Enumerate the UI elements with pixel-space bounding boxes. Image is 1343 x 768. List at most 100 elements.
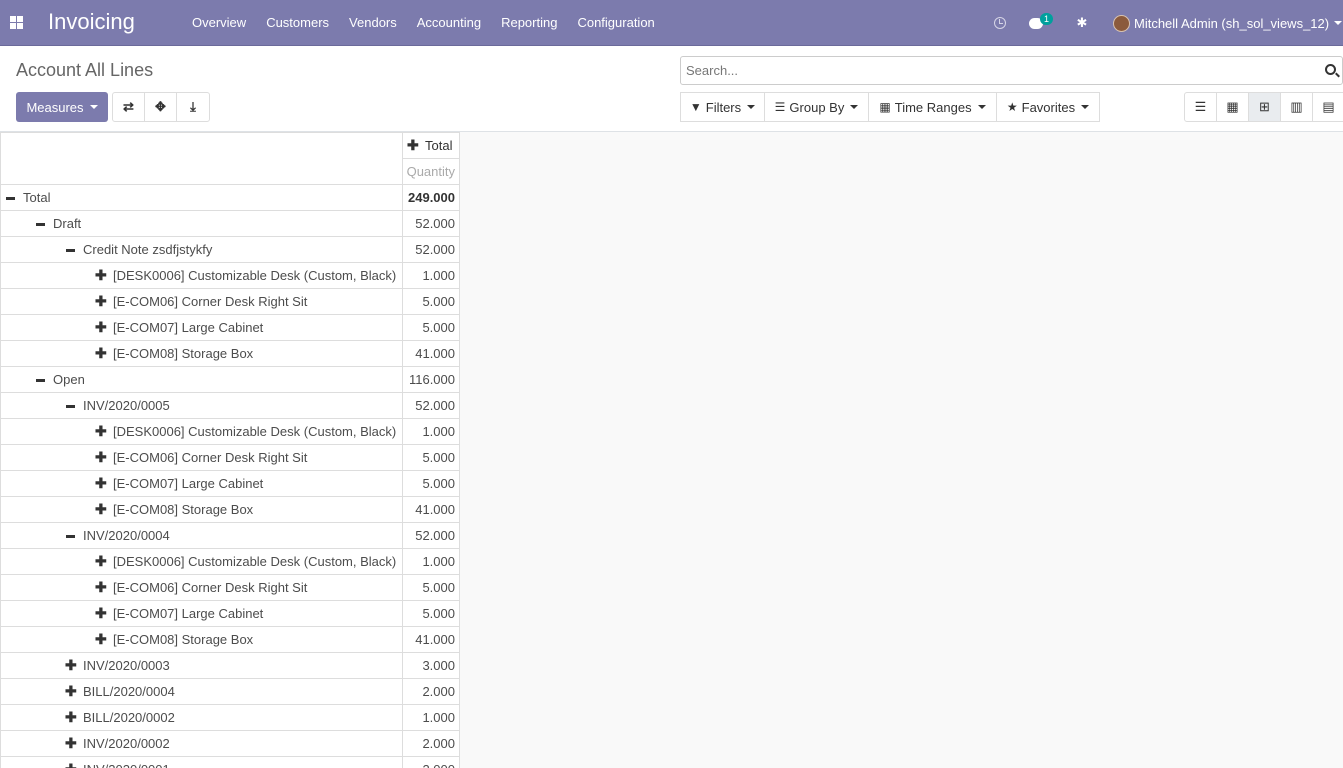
row-value[interactable]: 2.000 [402, 678, 460, 705]
activity-clock-icon[interactable] [990, 0, 1010, 46]
row-value[interactable]: 2.000 [402, 730, 460, 757]
row-value[interactable]: 1.000 [402, 704, 460, 731]
row-value[interactable]: 5.000 [402, 574, 460, 601]
plus-icon: ✚ [95, 605, 107, 621]
graph-view-icon[interactable]: ▥ [1281, 93, 1313, 121]
calendar-view-icon[interactable]: ▤ [1313, 93, 1343, 121]
row-header[interactable]: ✚ [E-COM06] Corner Desk Right Sit [0, 444, 403, 471]
row-header[interactable]: ✚ [DESK0006] Customizable Desk (Custom, B… [0, 418, 403, 445]
page-title: Account All Lines [16, 60, 154, 80]
row-header[interactable]: INV/2020/0004 [0, 522, 403, 549]
flip-axis-icon[interactable]: ⇄ [113, 93, 145, 121]
bug-icon[interactable]: ✱ [1072, 0, 1092, 46]
chevron-down-icon [977, 105, 986, 109]
row-value[interactable]: 1.000 [402, 262, 460, 289]
row-header[interactable]: Open [0, 366, 403, 393]
row-header[interactable]: ✚ [E-COM06] Corner Desk Right Sit [0, 574, 403, 601]
row-header[interactable]: ✚ BILL/2020/0004 [0, 678, 403, 705]
row-label: [E-COM06] Corner Desk Right Sit [113, 450, 308, 465]
favorites-label: Favorites [1021, 99, 1076, 115]
row-header[interactable]: ✚ INV/2020/0001 [0, 756, 403, 768]
row-label: [E-COM08] Storage Box [113, 632, 254, 647]
user-menu[interactable]: Mitchell Admin (sh_sol_views_12) [1113, 0, 1343, 46]
row-header[interactable]: ✚ INV/2020/0002 [0, 730, 403, 757]
row-header[interactable]: ✚ [DESK0006] Customizable Desk (Custom, B… [0, 262, 403, 289]
row-value[interactable]: 249.000 [402, 184, 460, 211]
star-icon: ★ [1006, 100, 1018, 114]
row-value[interactable]: 2.000 [402, 756, 460, 768]
row-value[interactable]: 52.000 [402, 236, 460, 263]
row-value[interactable]: 41.000 [402, 626, 460, 653]
row-value[interactable]: 5.000 [402, 288, 460, 315]
pivot-row: ✚ INV/2020/0003 3.000 [0, 652, 460, 679]
row-value[interactable]: 116.000 [402, 366, 460, 393]
favorites-button[interactable]: ★ Favorites [996, 92, 1100, 122]
menu-vendors[interactable]: Vendors [339, 0, 407, 46]
row-value[interactable]: 52.000 [402, 522, 460, 549]
row-value[interactable]: 3.000 [402, 652, 460, 679]
group-by-button[interactable]: ☰ Group By [764, 92, 869, 122]
row-header[interactable]: ✚ [E-COM07] Large Cabinet [0, 314, 403, 341]
row-label: INV/2020/0005 [83, 398, 170, 413]
row-header[interactable]: INV/2020/0005 [0, 392, 403, 419]
row-value[interactable]: 5.000 [402, 470, 460, 497]
row-header[interactable]: ✚ [E-COM08] Storage Box [0, 340, 403, 367]
menu-configuration[interactable]: Configuration [567, 0, 664, 46]
plus-icon: ✚ [95, 267, 107, 283]
pivot-view-icon[interactable]: ⊞ [1249, 93, 1281, 121]
row-label: INV/2020/0004 [83, 528, 170, 543]
row-label: [E-COM06] Corner Desk Right Sit [113, 294, 308, 309]
search-icon[interactable] [1325, 64, 1336, 75]
menu-reporting[interactable]: Reporting [491, 0, 567, 46]
row-value[interactable]: 52.000 [402, 392, 460, 419]
row-label: Draft [53, 216, 82, 231]
row-value[interactable]: 52.000 [402, 210, 460, 237]
menu-accounting[interactable]: Accounting [407, 0, 491, 46]
app-brand[interactable]: Invoicing [48, 9, 135, 35]
expand-all-icon[interactable]: ✥ [145, 93, 177, 121]
row-header[interactable]: ✚ [E-COM07] Large Cabinet [0, 600, 403, 627]
apps-menu-icon[interactable] [10, 16, 23, 29]
control-panel: Account All Lines Measures ⇄ ✥ ⤓ ▼Filter… [0, 46, 1343, 132]
filters-button[interactable]: ▼ Filters [680, 92, 765, 122]
pivot-row: ✚ [E-COM06] Corner Desk Right Sit 5.000 [0, 574, 460, 601]
search-input[interactable] [681, 57, 1301, 84]
kanban-view-icon[interactable]: ▦ [1217, 93, 1249, 121]
plus-icon: ✚ [65, 683, 77, 699]
row-value[interactable]: 1.000 [402, 418, 460, 445]
chat-badge: 1 [1040, 13, 1054, 25]
row-header[interactable]: ✚ BILL/2020/0002 [0, 704, 403, 731]
row-header[interactable]: Draft [0, 210, 403, 237]
measure-header[interactable]: Quantity [402, 158, 460, 185]
row-value[interactable]: 5.000 [402, 600, 460, 627]
row-header[interactable]: ✚ [DESK0006] Customizable Desk (Custom, B… [0, 548, 403, 575]
row-header[interactable]: ✚ INV/2020/0003 [0, 652, 403, 679]
row-value[interactable]: 41.000 [402, 496, 460, 523]
row-value[interactable]: 5.000 [402, 314, 460, 341]
time-ranges-button[interactable]: ▦ Time Ranges [868, 92, 997, 122]
pivot-row: ✚ [E-COM06] Corner Desk Right Sit 5.000 [0, 444, 460, 471]
download-icon[interactable]: ⤓ [177, 93, 209, 121]
row-label: Credit Note zsdfjstykfy [83, 242, 213, 257]
pivot-row: ✚ [E-COM06] Corner Desk Right Sit 5.000 [0, 288, 460, 315]
row-header[interactable]: Credit Note zsdfjstykfy [0, 236, 403, 263]
list-view-icon[interactable]: ☰ [1185, 93, 1217, 121]
row-value[interactable]: 5.000 [402, 444, 460, 471]
col-header-total[interactable]: ✚ Total [402, 132, 460, 159]
pivot-row: Open 116.000 [0, 366, 460, 393]
chevron-down-icon [1081, 105, 1090, 109]
row-header[interactable]: ✚ [E-COM08] Storage Box [0, 626, 403, 653]
row-header[interactable]: Total [0, 184, 403, 211]
row-label: [E-COM08] Storage Box [113, 346, 254, 361]
row-label: [DESK0006] Customizable Desk (Custom, Bl… [113, 268, 397, 283]
menu-customers[interactable]: Customers [256, 0, 339, 46]
pivot-row: ✚ INV/2020/0002 2.000 [0, 730, 460, 757]
measures-button[interactable]: Measures [16, 92, 108, 122]
menu-overview[interactable]: Overview [182, 0, 256, 46]
row-value[interactable]: 1.000 [402, 548, 460, 575]
row-header[interactable]: ✚ [E-COM08] Storage Box [0, 496, 403, 523]
plus-icon: ✚ [65, 657, 77, 673]
row-header[interactable]: ✚ [E-COM07] Large Cabinet [0, 470, 403, 497]
row-header[interactable]: ✚ [E-COM06] Corner Desk Right Sit [0, 288, 403, 315]
row-value[interactable]: 41.000 [402, 340, 460, 367]
